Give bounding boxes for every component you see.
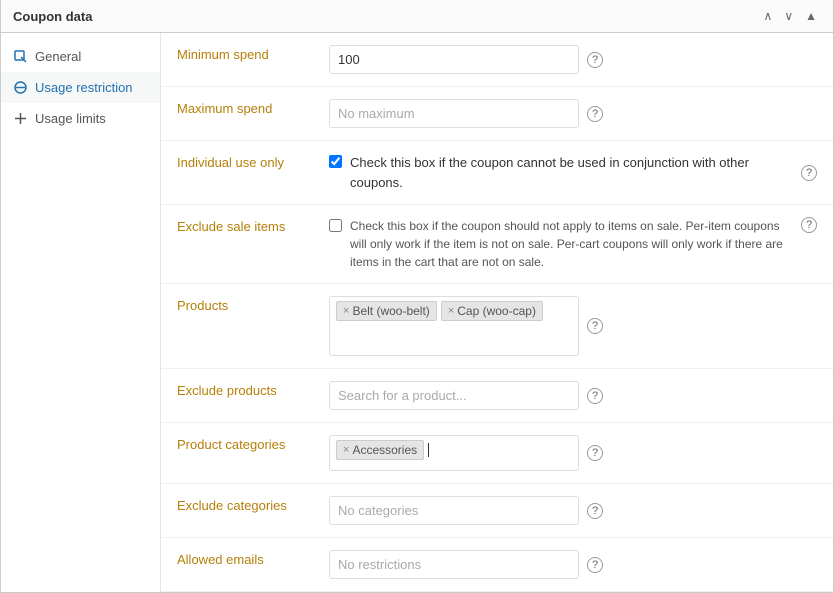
products-field: × Belt (woo-belt) × Cap (woo-cap) ? [321,284,833,369]
allowed-emails-field-row: ? [329,550,817,579]
sidebar-item-usage-restriction-label: Usage restriction [35,80,133,95]
allowed-emails-row: Allowed emails ? [161,538,833,592]
panel-body: General Usage restriction [1,33,833,592]
panel-header: Coupon data ∧ ∨ ▲ [1,0,833,33]
coupon-panel: Coupon data ∧ ∨ ▲ General [0,0,834,593]
category-tag-accessories-label: Accessories [352,443,417,457]
panel-controls: ∧ ∨ ▲ [760,8,821,24]
exclude-categories-field: ? [321,484,833,538]
product-categories-tag-input[interactable]: × Accessories [329,435,579,471]
individual-use-help[interactable]: ? [801,165,817,181]
maximum-spend-row: Maximum spend ? [161,87,833,141]
minimum-spend-help[interactable]: ? [587,52,603,68]
sidebar-item-usage-limits[interactable]: Usage limits [1,103,160,134]
exclude-products-label: Exclude products [161,369,321,423]
sidebar-item-usage-limits-label: Usage limits [35,111,106,126]
plus-icon [13,112,27,126]
product-categories-help[interactable]: ? [587,445,603,461]
exclude-products-input[interactable] [329,381,579,410]
exclude-products-help[interactable]: ? [587,388,603,404]
minimum-spend-field-row: ? [329,45,817,74]
collapse-down-button[interactable]: ∨ [780,8,797,24]
exclude-products-field: ? [321,369,833,423]
content-area: Minimum spend ? Maximum spend ? [161,33,833,592]
exclude-sale-label: Exclude sale items [161,205,321,284]
tag-icon [13,50,27,64]
product-tag-belt-remove[interactable]: × [343,305,349,317]
products-help[interactable]: ? [587,318,603,334]
maximum-spend-label: Maximum spend [161,87,321,141]
sidebar-item-usage-restriction[interactable]: Usage restriction [1,72,160,103]
exclude-sale-description: Check this box if the coupon should not … [350,217,793,271]
maximum-spend-input[interactable] [329,99,579,128]
product-tag-cap[interactable]: × Cap (woo-cap) [441,301,543,321]
individual-use-checkbox[interactable] [329,155,342,168]
individual-use-field: Check this box if the coupon cannot be u… [321,141,833,205]
allowed-emails-help[interactable]: ? [587,557,603,573]
minimum-spend-field: ? [321,33,833,87]
product-categories-row: Product categories × Accessories ? [161,423,833,484]
exclude-sale-help[interactable]: ? [801,217,817,233]
individual-use-checkbox-row: Check this box if the coupon cannot be u… [329,153,793,192]
maximum-spend-field-row: ? [329,99,817,128]
allowed-emails-field: ? [321,538,833,592]
sidebar: General Usage restriction [1,33,161,592]
product-tag-cap-remove[interactable]: × [448,305,454,317]
sidebar-item-general-label: General [35,49,81,64]
products-row: Products × Belt (woo-belt) × Cap (woo- [161,284,833,369]
exclude-categories-field-row: ? [329,496,817,525]
panel-title: Coupon data [13,9,92,24]
product-categories-field-row: × Accessories ? [329,435,817,471]
exclude-sale-checkbox-row: Check this box if the coupon should not … [329,217,793,271]
exclude-categories-label: Exclude categories [161,484,321,538]
individual-use-label: Individual use only [161,141,321,205]
exclude-categories-input[interactable] [329,496,579,525]
collapse-button[interactable]: ▲ [801,8,821,24]
product-tag-belt-label: Belt (woo-belt) [352,304,429,318]
product-tag-belt[interactable]: × Belt (woo-belt) [336,301,437,321]
individual-use-field-row: Check this box if the coupon cannot be u… [329,153,817,192]
allowed-emails-input[interactable] [329,550,579,579]
sidebar-item-general[interactable]: General [1,41,160,72]
exclude-sale-field: Check this box if the coupon should not … [321,205,833,284]
exclude-sale-row: Exclude sale items Check this box if the… [161,205,833,284]
individual-use-description: Check this box if the coupon cannot be u… [350,153,793,192]
category-tag-accessories[interactable]: × Accessories [336,440,424,460]
products-field-row: × Belt (woo-belt) × Cap (woo-cap) ? [329,296,817,356]
products-label: Products [161,284,321,369]
maximum-spend-help[interactable]: ? [587,106,603,122]
block-icon [13,81,27,95]
minimum-spend-label: Minimum spend [161,33,321,87]
text-cursor [428,443,429,457]
products-tag-input[interactable]: × Belt (woo-belt) × Cap (woo-cap) [329,296,579,356]
exclude-categories-row: Exclude categories ? [161,484,833,538]
exclude-sale-checkbox[interactable] [329,219,342,232]
allowed-emails-label: Allowed emails [161,538,321,592]
form-table: Minimum spend ? Maximum spend ? [161,33,833,592]
collapse-up-button[interactable]: ∧ [760,8,777,24]
individual-use-row: Individual use only Check this box if th… [161,141,833,205]
maximum-spend-field: ? [321,87,833,141]
product-categories-field: × Accessories ? [321,423,833,484]
exclude-products-row: Exclude products ? [161,369,833,423]
exclude-categories-help[interactable]: ? [587,503,603,519]
exclude-products-field-row: ? [329,381,817,410]
product-tag-cap-label: Cap (woo-cap) [457,304,536,318]
minimum-spend-row: Minimum spend ? [161,33,833,87]
category-tag-accessories-remove[interactable]: × [343,444,349,456]
product-categories-label: Product categories [161,423,321,484]
minimum-spend-input[interactable] [329,45,579,74]
